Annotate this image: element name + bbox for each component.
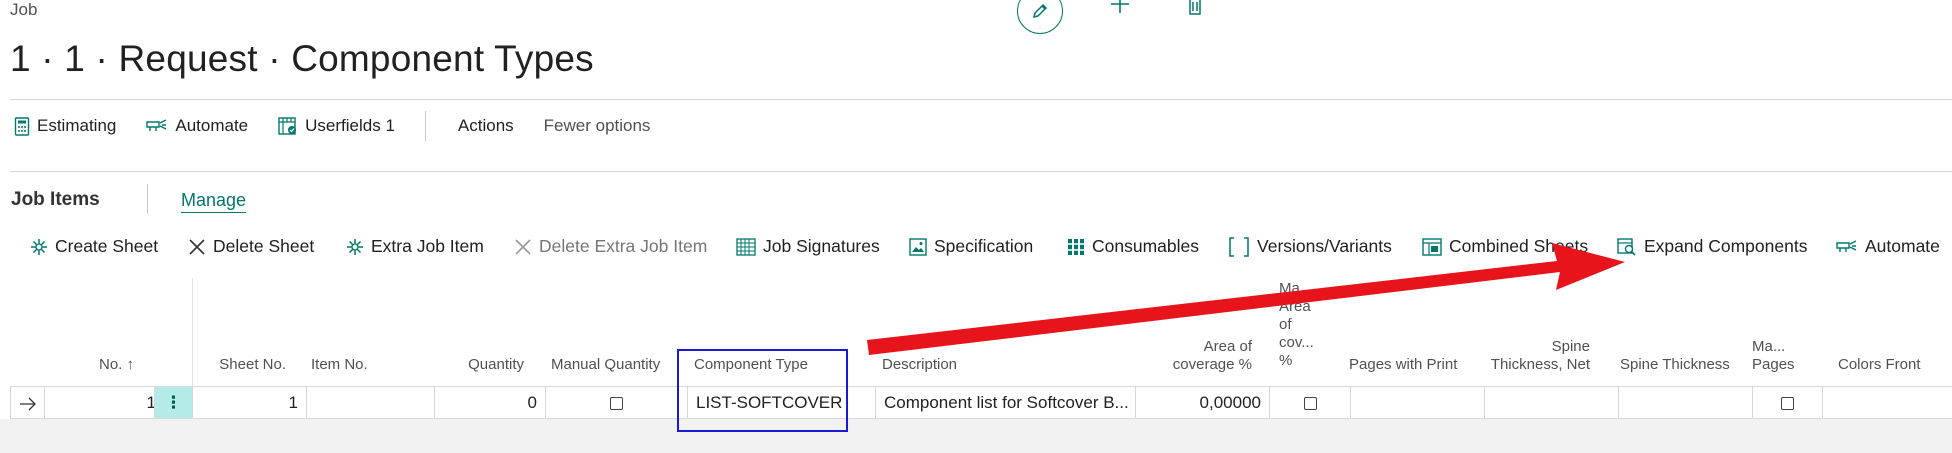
annotation-arrow bbox=[867, 243, 1625, 355]
